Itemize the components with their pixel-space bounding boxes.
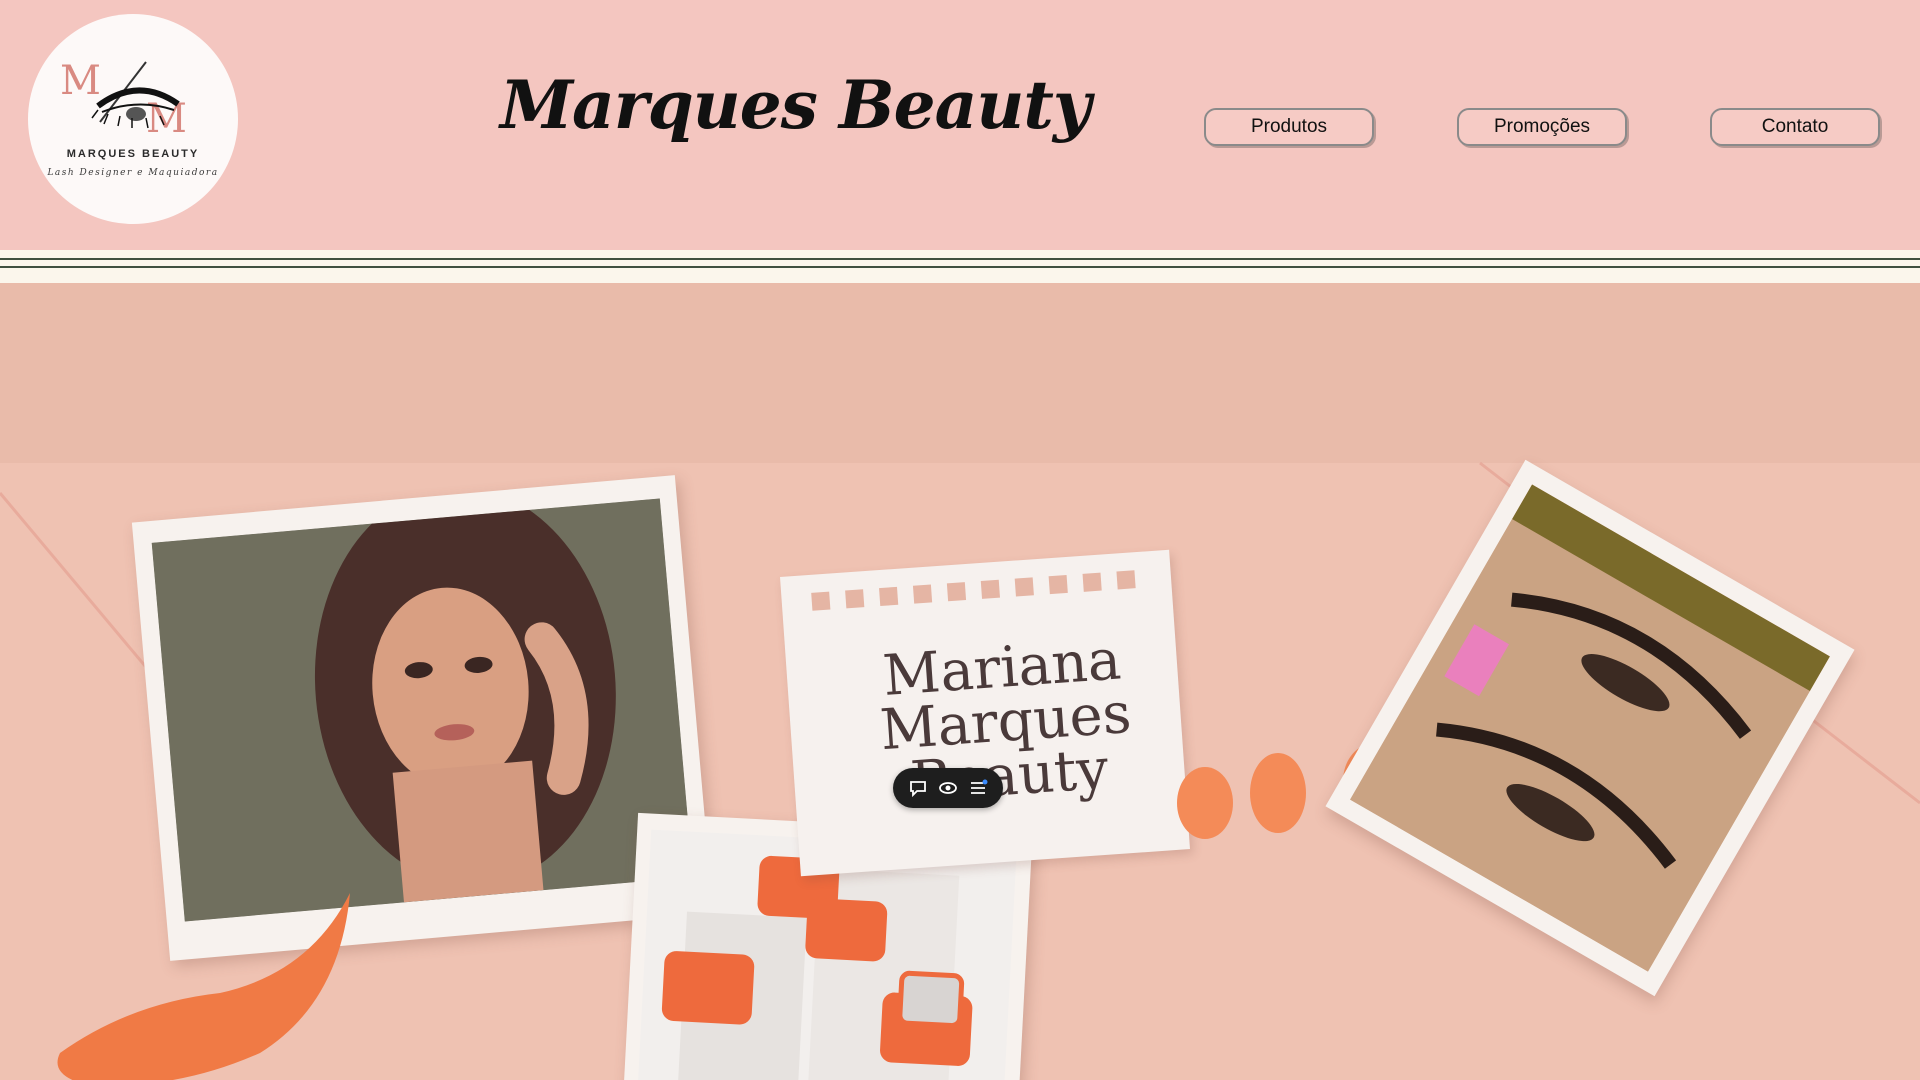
nav-button-contato[interactable]: Contato — [1710, 108, 1880, 146]
header-divider — [0, 250, 1920, 283]
logo-graphic: M M — [60, 58, 187, 142]
portrait-photo — [151, 498, 693, 922]
makeup-swatch-left — [57, 893, 350, 1080]
name-note-card: Mariana Marques Beauty — [780, 549, 1190, 877]
portrait-illustration — [151, 498, 693, 922]
floating-toolbar — [893, 768, 1003, 808]
logo-subtitle: Lash Designer e Maquiadora — [47, 168, 219, 178]
note-perforations — [811, 570, 1136, 611]
nav-button-promocoes[interactable]: Promoções — [1457, 108, 1627, 146]
nav-button-produtos[interactable]: Produtos — [1204, 108, 1374, 146]
site-header: M M MARQUES BEAUTY Lash Designer e Maqui… — [0, 0, 1920, 250]
logo-name: MARQUES BEAUTY — [66, 148, 200, 160]
hero-banner: Mariana Marques Beauty — [0, 283, 1920, 1080]
comment-icon[interactable] — [908, 778, 928, 798]
page-title: Marques Beauty — [500, 66, 1091, 144]
menu-icon[interactable] — [968, 778, 988, 798]
svg-text:M: M — [60, 58, 101, 104]
brand-logo[interactable]: M M MARQUES BEAUTY Lash Designer e Maqui… — [28, 14, 238, 224]
svg-text:M: M — [146, 96, 187, 142]
eye-icon[interactable] — [938, 778, 958, 798]
divider-line-bottom — [0, 266, 1920, 268]
divider-line-top — [0, 258, 1920, 260]
